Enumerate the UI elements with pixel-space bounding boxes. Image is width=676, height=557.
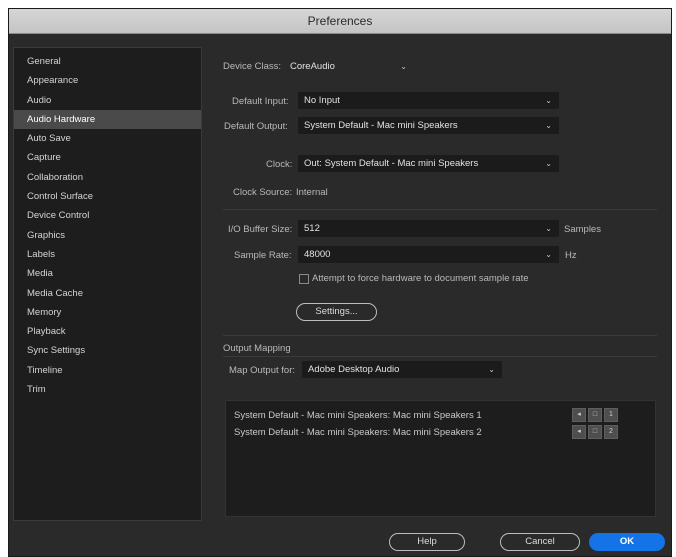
chevron-down-icon: ⌄ (545, 121, 552, 130)
channel-box-icon[interactable]: □ (588, 408, 602, 422)
channel-box-icon[interactable]: □ (588, 425, 602, 439)
map-output-for-value: Adobe Desktop Audio (308, 364, 400, 375)
ok-button[interactable]: OK (589, 533, 665, 551)
speaker-right-icon[interactable]: ◂ (572, 425, 586, 439)
sidebar-item-timeline[interactable]: Timeline (14, 361, 201, 380)
sidebar-item-labels[interactable]: Labels (14, 245, 201, 264)
sample-rate-unit: Hz (565, 250, 577, 261)
clock-label: Clock: (266, 159, 293, 170)
section-divider (223, 356, 657, 357)
device-class-dropdown[interactable]: CoreAudio ⌄ (284, 58, 414, 75)
section-divider (223, 335, 657, 336)
io-buffer-size-label: I/O Buffer Size: (228, 224, 293, 235)
force-sample-rate-label: Attempt to force hardware to document sa… (312, 273, 529, 284)
cancel-button[interactable]: Cancel (500, 533, 580, 551)
default-output-label: Default Output: (224, 121, 288, 132)
clock-dropdown[interactable]: Out: System Default - Mac mini Speakers … (298, 155, 559, 172)
speaker-left-icon[interactable]: ◂ (572, 408, 586, 422)
device-class-value: CoreAudio (290, 61, 335, 72)
sidebar-item-playback[interactable]: Playback (14, 322, 201, 341)
preferences-window: Preferences General Appearance Audio Aud… (8, 8, 672, 557)
map-output-for-dropdown[interactable]: Adobe Desktop Audio ⌄ (302, 361, 502, 378)
window-title: Preferences (9, 9, 671, 34)
settings-button[interactable]: Settings... (296, 303, 377, 321)
chevron-down-icon: ⌄ (545, 96, 552, 105)
default-output-dropdown[interactable]: System Default - Mac mini Speakers ⌄ (298, 117, 559, 134)
sidebar-item-capture[interactable]: Capture (14, 148, 201, 167)
sample-rate-label: Sample Rate: (234, 250, 292, 261)
section-divider (223, 209, 657, 210)
sidebar-item-collaboration[interactable]: Collaboration (14, 168, 201, 187)
io-buffer-size-unit: Samples (564, 224, 601, 235)
sidebar-item-general[interactable]: General (14, 52, 201, 71)
channel-number[interactable]: 2 (604, 425, 618, 439)
sidebar-item-media-cache[interactable]: Media Cache (14, 284, 201, 303)
sidebar-item-media[interactable]: Media (14, 264, 201, 283)
default-input-label: Default Input: (232, 96, 289, 107)
sidebar-item-device-control[interactable]: Device Control (14, 206, 201, 225)
sidebar-item-memory[interactable]: Memory (14, 303, 201, 322)
sample-rate-dropdown[interactable]: 48000 ⌄ (298, 246, 559, 263)
list-item: System Default - Mac mini Speakers: Mac … (234, 410, 482, 421)
io-buffer-size-dropdown[interactable]: 512 ⌄ (298, 220, 559, 237)
sidebar-item-trim[interactable]: Trim (14, 380, 201, 399)
map-output-for-label: Map Output for: (229, 365, 296, 376)
chevron-down-icon: ⌄ (488, 365, 495, 374)
output-mapping-list: System Default - Mac mini Speakers: Mac … (225, 400, 656, 517)
clock-source-label: Clock Source: (233, 187, 293, 198)
list-item: System Default - Mac mini Speakers: Mac … (234, 427, 482, 438)
chevron-down-icon: ⌄ (545, 159, 552, 168)
sidebar-item-auto-save[interactable]: Auto Save (14, 129, 201, 148)
chevron-down-icon: ⌄ (400, 62, 407, 71)
default-input-dropdown[interactable]: No Input ⌄ (298, 92, 559, 109)
chevron-down-icon: ⌄ (545, 224, 552, 233)
sidebar-item-audio[interactable]: Audio (14, 91, 201, 110)
default-output-value: System Default - Mac mini Speakers (304, 120, 458, 131)
clock-value: Out: System Default - Mac mini Speakers (304, 158, 479, 169)
default-input-value: No Input (304, 95, 340, 106)
force-sample-rate-checkbox[interactable] (299, 274, 309, 284)
channel-number[interactable]: 1 (604, 408, 618, 422)
preferences-sidebar: General Appearance Audio Audio Hardware … (13, 47, 202, 521)
help-button[interactable]: Help (389, 533, 465, 551)
device-class-label: Device Class: (223, 61, 282, 72)
sidebar-item-audio-hardware[interactable]: Audio Hardware (14, 109, 201, 130)
sidebar-item-graphics[interactable]: Graphics (14, 226, 201, 245)
io-buffer-size-value: 512 (304, 223, 320, 234)
sample-rate-value: 48000 (304, 249, 331, 260)
clock-source-value: Internal (296, 187, 328, 198)
sidebar-item-appearance[interactable]: Appearance (14, 71, 201, 90)
sidebar-item-sync-settings[interactable]: Sync Settings (14, 341, 201, 360)
chevron-down-icon: ⌄ (545, 250, 552, 259)
output-mapping-heading: Output Mapping (223, 343, 291, 354)
sidebar-item-control-surface[interactable]: Control Surface (14, 187, 201, 206)
